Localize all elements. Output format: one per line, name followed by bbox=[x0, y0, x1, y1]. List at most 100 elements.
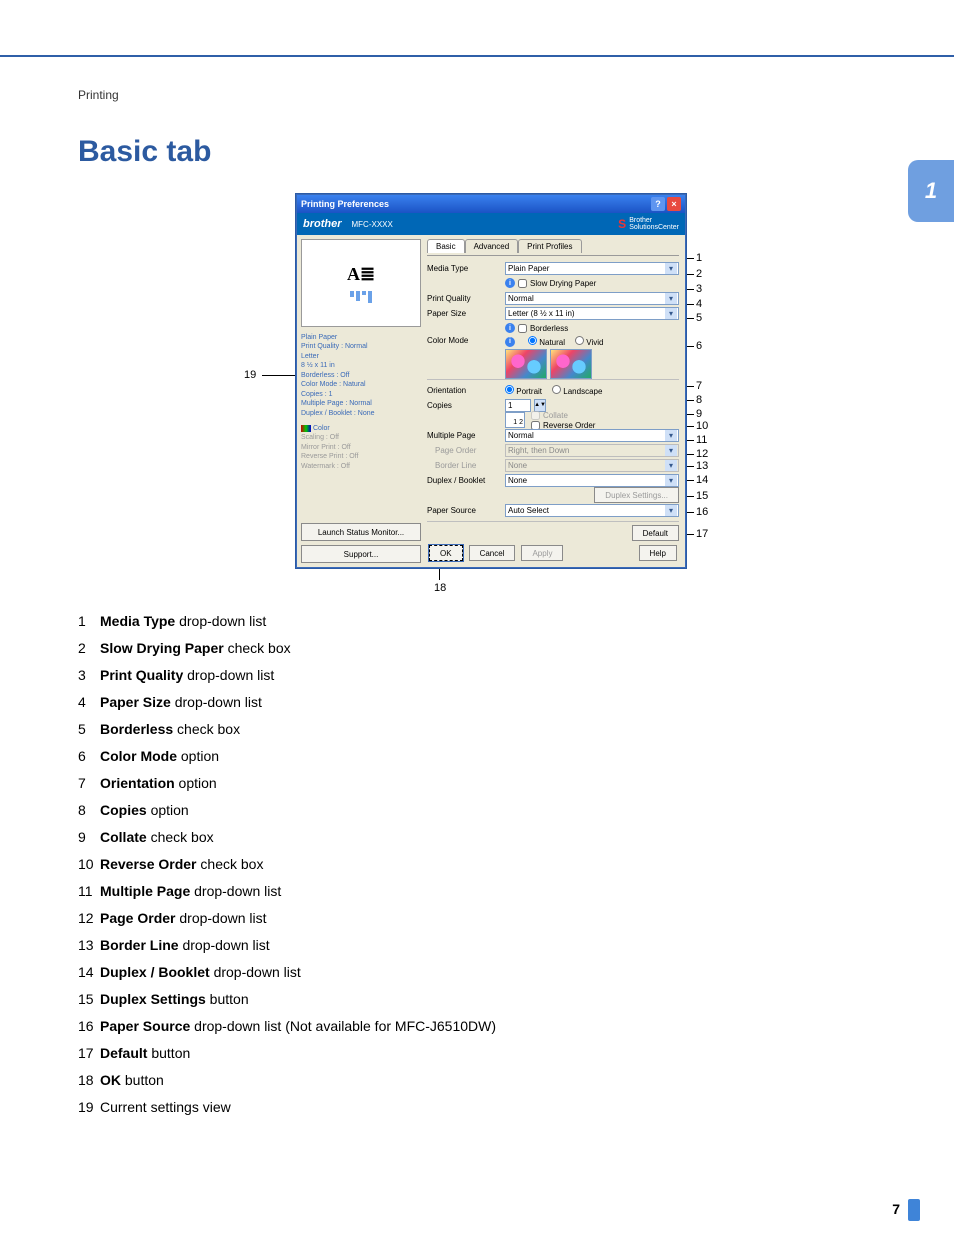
color-thumb-vivid bbox=[550, 349, 592, 379]
callout-9: 9 bbox=[696, 408, 702, 420]
printing-preferences-dialog: Printing Preferences ? × brother MFC-XXX… bbox=[296, 194, 686, 568]
color-mode-label: Color Mode bbox=[427, 336, 505, 345]
borderless-checkbox[interactable]: Borderless bbox=[518, 324, 568, 333]
setting-line: Watermark : Off bbox=[301, 462, 421, 471]
tab-advanced[interactable]: Advanced bbox=[465, 239, 519, 253]
setting-line: Color Mode : Natural bbox=[301, 380, 421, 389]
callout-10: 10 bbox=[696, 420, 708, 432]
setting-line: Borderless : Off bbox=[301, 371, 421, 380]
list-item: 19Current settings view bbox=[78, 1100, 894, 1114]
list-item: 10Reverse Order check box bbox=[78, 857, 894, 871]
list-item: 16Paper Source drop-down list (Not avail… bbox=[78, 1019, 894, 1033]
help-button[interactable]: Help bbox=[639, 545, 677, 561]
callout-15: 15 bbox=[696, 490, 708, 502]
solutions-icon: S bbox=[618, 217, 626, 231]
callout-5: 5 bbox=[696, 312, 702, 324]
callout-14: 14 bbox=[696, 474, 708, 486]
paper-size-label: Paper Size bbox=[427, 309, 505, 318]
solutions-center-link[interactable]: S Brother SolutionsCenter bbox=[618, 217, 679, 231]
titlebar: Printing Preferences ? × bbox=[297, 195, 685, 213]
orientation-landscape-radio[interactable]: Landscape bbox=[552, 385, 602, 396]
natural-label: Natural bbox=[539, 338, 565, 347]
callout-19: 19 bbox=[244, 369, 256, 381]
paper-size-dropdown[interactable]: Letter (8 ½ x 11 in) bbox=[505, 307, 679, 320]
color-mode-vivid-radio[interactable]: Vivid bbox=[575, 336, 603, 347]
callout-4: 4 bbox=[696, 298, 702, 310]
setting-color: Color bbox=[301, 424, 421, 433]
list-item: 1Media Type drop-down list bbox=[78, 614, 894, 628]
top-rule bbox=[0, 55, 954, 57]
apply-button[interactable]: Apply bbox=[521, 545, 563, 561]
page-number-bar bbox=[908, 1199, 920, 1221]
print-quality-label: Print Quality bbox=[427, 294, 505, 303]
figure: 19 18 1234567891011121314151617 Printing… bbox=[244, 194, 716, 604]
callout-12: 12 bbox=[696, 448, 708, 460]
list-item: 15Duplex Settings button bbox=[78, 992, 894, 1006]
copies-label: Copies bbox=[427, 401, 505, 410]
default-button[interactable]: Default bbox=[632, 525, 679, 541]
page-number: 7 bbox=[892, 1201, 900, 1217]
media-type-label: Media Type bbox=[427, 264, 505, 273]
preview-chart-icon bbox=[350, 291, 372, 303]
info-icon: i bbox=[505, 278, 515, 288]
vivid-label: Vivid bbox=[586, 338, 603, 347]
tab-print-profiles[interactable]: Print Profiles bbox=[518, 239, 581, 253]
support-button[interactable]: Support... bbox=[301, 545, 421, 563]
multiple-page-dropdown[interactable]: Normal bbox=[505, 429, 679, 442]
multiple-page-label: Multiple Page bbox=[427, 431, 505, 440]
list-item: 7Orientation option bbox=[78, 776, 894, 790]
paper-source-label: Paper Source bbox=[427, 506, 505, 515]
launch-status-monitor-button[interactable]: Launch Status Monitor... bbox=[301, 523, 421, 541]
brand-bar: brother MFC-XXXX S Brother SolutionsCent… bbox=[297, 213, 685, 235]
slow-drying-paper-checkbox[interactable]: Slow Drying Paper bbox=[518, 279, 596, 288]
media-type-dropdown[interactable]: Plain Paper bbox=[505, 262, 679, 275]
setting-line: Letter bbox=[301, 352, 421, 361]
model-label: MFC-XXXX bbox=[352, 220, 393, 229]
page-order-dropdown: Right, then Down bbox=[505, 444, 679, 457]
color-mode-natural-radio[interactable]: Natural bbox=[528, 336, 565, 347]
orientation-portrait-radio[interactable]: Portrait bbox=[505, 385, 542, 396]
callout-18: 18 bbox=[434, 582, 446, 594]
slow-drying-paper-label: Slow Drying Paper bbox=[530, 279, 596, 288]
dialog-left-pane: A≣ Plain PaperPrint Quality : NormalLett… bbox=[297, 235, 425, 567]
setting-line: 8 ½ x 11 in bbox=[301, 361, 421, 370]
borderless-label: Borderless bbox=[530, 324, 568, 333]
portrait-label: Portrait bbox=[516, 387, 542, 396]
ok-button[interactable]: OK bbox=[429, 545, 463, 561]
info-icon: i bbox=[505, 323, 515, 333]
callout-1: 1 bbox=[696, 252, 702, 264]
list-item: 12Page Order drop-down list bbox=[78, 911, 894, 925]
solutions-label: Brother SolutionsCenter bbox=[629, 217, 679, 231]
list-item: 13Border Line drop-down list bbox=[78, 938, 894, 952]
setting-line: Multiple Page : Normal bbox=[301, 399, 421, 408]
help-icon[interactable]: ? bbox=[651, 197, 665, 211]
landscape-label: Landscape bbox=[563, 387, 602, 396]
callout-8: 8 bbox=[696, 394, 702, 406]
duplex-booklet-dropdown[interactable]: None bbox=[505, 474, 679, 487]
setting-line: Reverse Print : Off bbox=[301, 452, 421, 461]
tab-basic[interactable]: Basic bbox=[427, 239, 465, 253]
duplex-settings-button[interactable]: Duplex Settings... bbox=[594, 487, 679, 503]
list-item: 3Print Quality drop-down list bbox=[78, 668, 894, 682]
callout-3: 3 bbox=[696, 283, 702, 295]
cancel-button[interactable]: Cancel bbox=[469, 545, 516, 561]
callout-6: 6 bbox=[696, 340, 702, 352]
list-item: 4Paper Size drop-down list bbox=[78, 695, 894, 709]
callout-17: 17 bbox=[696, 528, 708, 540]
list-item: 9Collate check box bbox=[78, 830, 894, 844]
close-icon[interactable]: × bbox=[667, 197, 681, 211]
border-line-label: Border Line bbox=[427, 461, 505, 470]
callout-line bbox=[262, 375, 300, 376]
callout-7: 7 bbox=[696, 380, 702, 392]
collate-checkbox[interactable]: Collate bbox=[531, 411, 595, 420]
description-list: 1Media Type drop-down list2Slow Drying P… bbox=[78, 614, 894, 1127]
paper-source-dropdown[interactable]: Auto Select bbox=[505, 504, 679, 517]
section-label: Printing bbox=[78, 88, 119, 102]
setting-line: Print Quality : Normal bbox=[301, 342, 421, 351]
print-quality-dropdown[interactable]: Normal bbox=[505, 292, 679, 305]
brand-logo: brother bbox=[303, 218, 342, 230]
duplex-booklet-label: Duplex / Booklet bbox=[427, 476, 505, 485]
copies-input[interactable]: 1 bbox=[505, 399, 531, 412]
color-thumb-natural bbox=[505, 349, 547, 379]
list-item: 17Default button bbox=[78, 1046, 894, 1060]
